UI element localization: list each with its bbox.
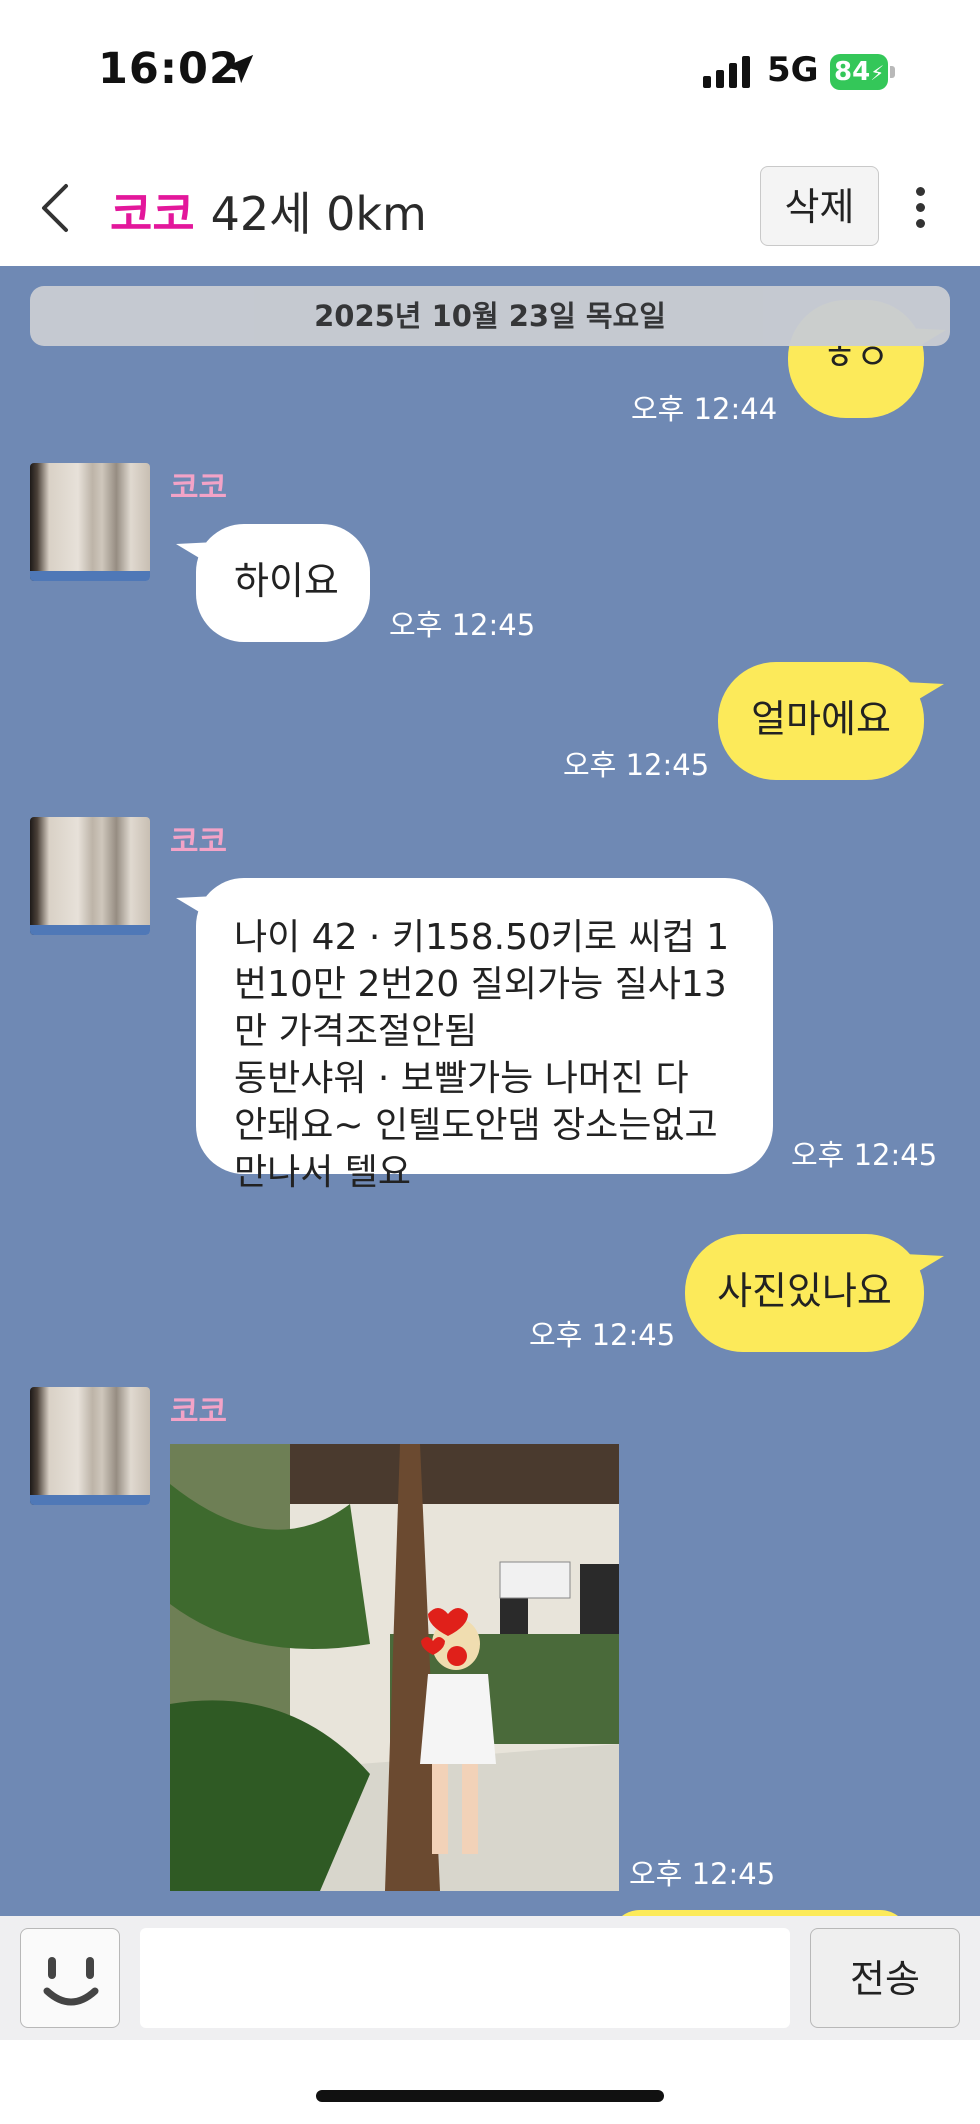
message-text: 하이요 bbox=[234, 559, 339, 603]
message-time: 오후 12:45 bbox=[563, 748, 710, 782]
back-arrow-icon[interactable] bbox=[36, 180, 76, 236]
charging-bolt-icon: ⚡ bbox=[870, 61, 885, 85]
message-bubble-mine[interactable]: 얼마에요 bbox=[718, 662, 924, 780]
sender-name: 코코 bbox=[170, 1394, 228, 1430]
chat-header: 코코 42세 0km 삭제 bbox=[0, 150, 980, 266]
emoji-button[interactable] bbox=[20, 1928, 120, 2028]
status-bar: 16:02 5G 84⚡ bbox=[0, 0, 980, 150]
contact-info: 42세 0km bbox=[210, 187, 427, 241]
delete-button[interactable]: 삭제 bbox=[760, 166, 879, 246]
message-input-bar: 전송 bbox=[0, 1916, 980, 2040]
location-arrow-icon bbox=[224, 54, 254, 84]
chat-area[interactable]: 2025년 10월 23일 목요일 ㅎㅇ 오후 12:44 코코 하이요 오후 … bbox=[0, 266, 980, 1916]
message-line: 만나서 텔요 bbox=[234, 1152, 412, 1193]
message-time: 오후 12:45 bbox=[389, 608, 536, 642]
message-bubble-theirs[interactable]: 하이요 bbox=[196, 524, 370, 642]
battery-level: 84 bbox=[834, 57, 871, 87]
message-line: 동반샤워 · 보빨가능 나머진 다 bbox=[234, 1058, 689, 1099]
message-time: 오후 12:45 bbox=[629, 1857, 776, 1891]
chat-title: 코코 42세 0km bbox=[110, 178, 427, 244]
message-time: 오후 12:45 bbox=[529, 1318, 676, 1352]
network-type: 5G bbox=[767, 50, 819, 90]
cellular-signal-icon bbox=[703, 56, 750, 88]
photo-message[interactable] bbox=[170, 1444, 619, 1891]
message-time: 오후 12:45 bbox=[791, 1138, 938, 1172]
avatar[interactable] bbox=[30, 463, 150, 581]
smiley-icon bbox=[43, 1957, 99, 2006]
message-line: 만 가격조절안됨 bbox=[234, 1011, 478, 1052]
sender-name: 코코 bbox=[170, 470, 228, 506]
message-line: 안돼요~ 인텔도안댐 장소는없고 bbox=[234, 1105, 718, 1146]
message-input[interactable] bbox=[140, 1928, 790, 2028]
message-bubble-theirs[interactable]: 나이 42 · 키158.50키로 씨컵 1 번10만 2번20 질외가능 질사… bbox=[196, 878, 773, 1193]
message-text: 사진있나요 bbox=[717, 1269, 892, 1313]
home-indicator bbox=[316, 2090, 664, 2102]
date-divider: 2025년 10월 23일 목요일 bbox=[30, 286, 950, 346]
avatar[interactable] bbox=[30, 1387, 150, 1505]
bubble-tail bbox=[904, 1254, 944, 1280]
bubble-tail bbox=[904, 682, 944, 708]
photo-image bbox=[170, 1444, 619, 1891]
status-time: 16:02 bbox=[98, 44, 240, 94]
send-button[interactable]: 전송 bbox=[810, 1928, 960, 2028]
message-line: 나이 42 · 키158.50키로 씨컵 1 bbox=[234, 917, 730, 958]
sender-name: 코코 bbox=[170, 824, 228, 860]
contact-name: 코코 bbox=[110, 187, 195, 241]
message-line: 번10만 2번20 질외가능 질사13 bbox=[234, 964, 727, 1005]
battery-icon: 84⚡ bbox=[830, 54, 895, 90]
more-options-icon[interactable] bbox=[908, 184, 932, 232]
message-text: 얼마에요 bbox=[751, 697, 891, 741]
message-time: 오후 12:44 bbox=[631, 392, 778, 426]
avatar[interactable] bbox=[30, 817, 150, 935]
message-bubble-mine[interactable]: 사진있나요 bbox=[685, 1234, 924, 1352]
